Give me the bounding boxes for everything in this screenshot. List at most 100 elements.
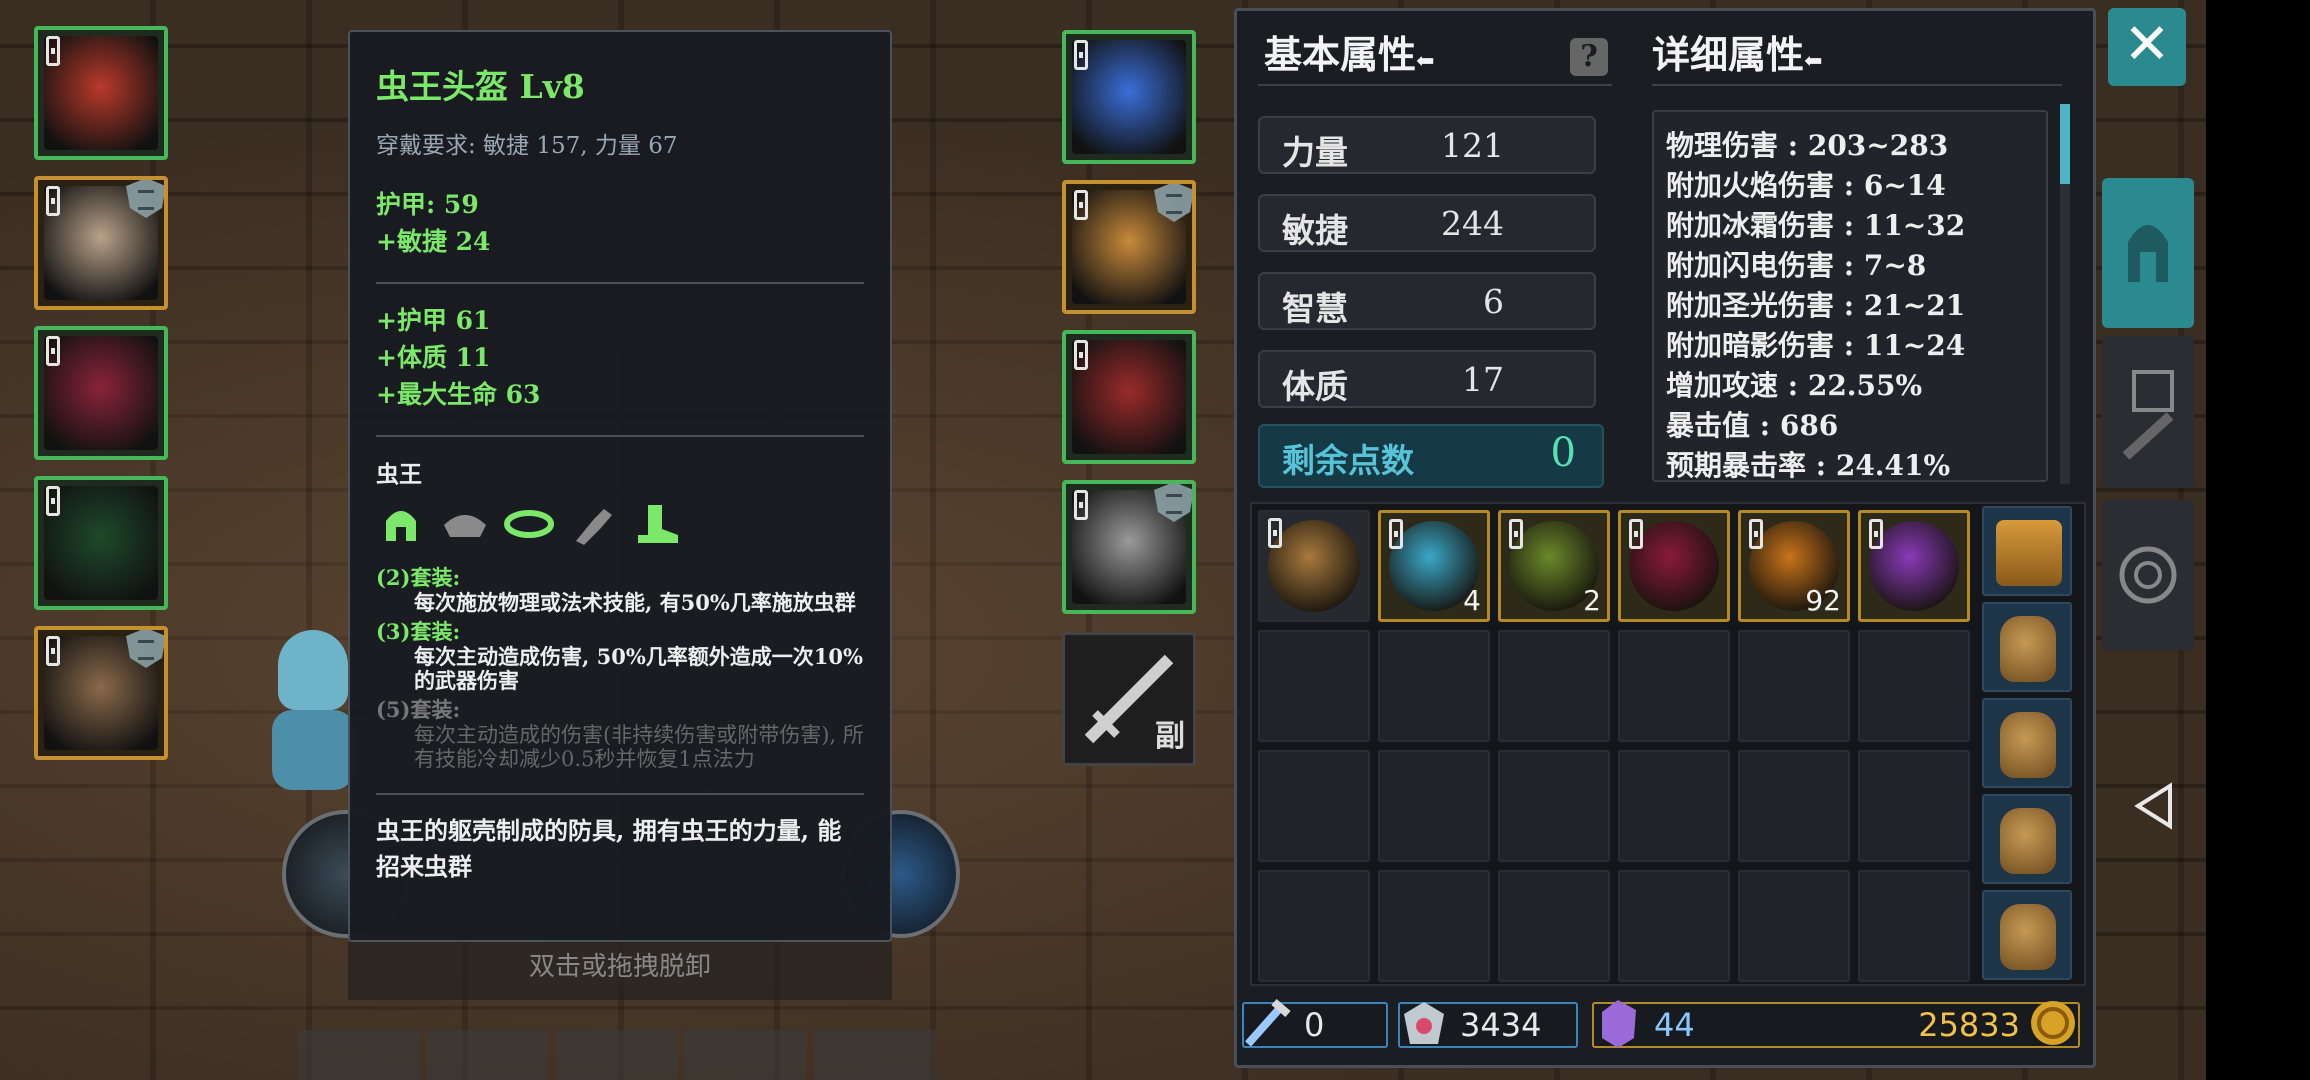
tools-counter: 0 bbox=[1242, 998, 1388, 1048]
lock-icon bbox=[46, 186, 60, 216]
system-nav-bar bbox=[2206, 0, 2310, 1080]
tab-crafting[interactable] bbox=[2102, 336, 2194, 488]
inventory-slot-empty[interactable] bbox=[1858, 750, 1970, 862]
set-bonus-desc: 每次主动造成伤害, 50%几率额外造成一次10%的武器伤害 bbox=[414, 644, 863, 693]
inventory-slot-purple-potion[interactable] bbox=[1858, 510, 1970, 622]
bag-slot[interactable] bbox=[1982, 698, 2072, 788]
set-name: 虫王 bbox=[376, 461, 422, 488]
inventory-slot-empty[interactable] bbox=[1378, 870, 1490, 982]
item-base-stat: 护甲: 59 bbox=[376, 190, 479, 219]
inventory-slot-empty[interactable] bbox=[1858, 870, 1970, 982]
detail-attr-row: 附加闪电伤害 : 7~8 bbox=[1666, 249, 1927, 282]
close-button[interactable]: ✕ bbox=[2108, 8, 2186, 86]
detail-attr-row: 附加暗影伤害 : 11~24 bbox=[1666, 329, 1966, 362]
stat-agility: 敏捷 244 bbox=[1258, 194, 1596, 252]
lock-icon bbox=[1074, 340, 1088, 370]
weapon-slot[interactable]: 副 bbox=[1062, 632, 1196, 766]
equipment-slot-red-robe[interactable] bbox=[34, 326, 168, 460]
stat-value: 6 bbox=[1483, 282, 1504, 321]
tab-equipment[interactable] bbox=[2102, 178, 2194, 328]
inventory-slot-spiral-orb[interactable]: 92 bbox=[1738, 510, 1850, 622]
detail-attr-row: 附加圣光伤害 : 21~21 bbox=[1666, 289, 1966, 322]
inventory-slot-empty[interactable] bbox=[1258, 630, 1370, 742]
bag-icon bbox=[2000, 904, 2056, 970]
chest-bag-slot[interactable] bbox=[1982, 506, 2072, 596]
boot-icon bbox=[638, 505, 678, 543]
equipment-slot-red-boots[interactable] bbox=[1062, 330, 1196, 464]
equipment-slot-red-helmet[interactable] bbox=[34, 26, 168, 160]
equipment-slot-claw[interactable] bbox=[34, 626, 168, 760]
tab-target[interactable] bbox=[2102, 500, 2194, 650]
help-icon[interactable]: ? bbox=[1570, 38, 1608, 76]
bag-slot[interactable] bbox=[1982, 602, 2072, 692]
detail-attrs-list[interactable]: 物理伤害 : 203~283 附加火焰伤害 : 6~14 附加冰霜伤害 : 11~3… bbox=[1652, 110, 2048, 482]
equipment-slot-green-ring[interactable] bbox=[34, 476, 168, 610]
stat-constitution: 体质 17 bbox=[1258, 350, 1596, 408]
lock-icon bbox=[1869, 519, 1883, 549]
lock-icon bbox=[1268, 518, 1282, 548]
inventory-slot-empty[interactable] bbox=[1618, 630, 1730, 742]
inventory-slot-empty[interactable] bbox=[1498, 750, 1610, 862]
inventory-slot-backpack[interactable] bbox=[1258, 510, 1370, 622]
bag-slot[interactable] bbox=[1982, 890, 2072, 980]
basic-attrs-header[interactable]: 基本属性⬅ bbox=[1264, 24, 1434, 79]
bottom-tab[interactable] bbox=[684, 1030, 806, 1080]
set-bonus-header: (3)套装: bbox=[376, 619, 461, 644]
detail-attr-row: 附加火焰伤害 : 6~14 bbox=[1666, 169, 1946, 202]
divider bbox=[376, 282, 864, 284]
detail-attrs-header[interactable]: 详细属性⬅ bbox=[1652, 24, 1822, 79]
inventory-slot-green-scroll[interactable]: 2 bbox=[1498, 510, 1610, 622]
set-bonus-desc: 每次主动造成的伤害(非持续伤害或附带伤害), 所有技能冷却减少0.5秒并恢复1点… bbox=[414, 723, 864, 771]
stat-label: 智慧 bbox=[1282, 289, 1348, 328]
inventory-slot-empty[interactable] bbox=[1738, 870, 1850, 982]
inventory-slot-empty[interactable] bbox=[1258, 870, 1370, 982]
detail-scrollbar[interactable] bbox=[2060, 104, 2070, 484]
stat-label: 力量 bbox=[1282, 133, 1348, 172]
inventory-slot-empty[interactable] bbox=[1858, 630, 1970, 742]
divider bbox=[1652, 84, 2062, 86]
bottom-tab[interactable] bbox=[298, 1030, 420, 1080]
inventory-slot-empty[interactable] bbox=[1258, 750, 1370, 862]
inventory-slot-empty[interactable] bbox=[1378, 750, 1490, 862]
inventory-slot-empty[interactable] bbox=[1618, 870, 1730, 982]
remaining-label: 剩余点数 bbox=[1282, 441, 1414, 480]
inventory-slot-empty[interactable] bbox=[1498, 630, 1610, 742]
red-helmet-icon bbox=[44, 36, 158, 150]
equipment-slot-blue-crystal[interactable] bbox=[1062, 30, 1196, 164]
inventory-slot-empty[interactable] bbox=[1738, 750, 1850, 862]
bottom-tab[interactable] bbox=[426, 1030, 548, 1080]
bag-icon bbox=[2000, 616, 2056, 682]
scroll-thumb[interactable] bbox=[2060, 104, 2070, 184]
inventory-slot-red-orb[interactable] bbox=[1618, 510, 1730, 622]
inventory-slot-empty[interactable] bbox=[1618, 750, 1730, 862]
lock-icon bbox=[1389, 519, 1403, 549]
crystals-value: 44 bbox=[1654, 1006, 1695, 1044]
gem-icon bbox=[1404, 1002, 1444, 1044]
bag-slot[interactable] bbox=[1982, 794, 2072, 884]
tools-value: 0 bbox=[1304, 1006, 1325, 1044]
inventory-slot-empty[interactable] bbox=[1498, 870, 1610, 982]
inventory-slot-blue-scroll[interactable]: 4 bbox=[1378, 510, 1490, 622]
equipment-slot-gauntlet[interactable] bbox=[1062, 180, 1196, 314]
equipment-slot-silver-ring[interactable] bbox=[1062, 480, 1196, 614]
equipment-slot-armor[interactable] bbox=[34, 176, 168, 310]
stat-label: 体质 bbox=[1282, 367, 1348, 406]
gems-value: 3434 bbox=[1460, 1006, 1542, 1044]
bag-icon bbox=[2000, 808, 2056, 874]
item-count: 2 bbox=[1583, 584, 1601, 617]
divider bbox=[1258, 84, 1612, 86]
stat-label: 敏捷 bbox=[1282, 211, 1348, 250]
lock-icon bbox=[1509, 519, 1523, 549]
bottom-tab[interactable] bbox=[556, 1030, 678, 1080]
inventory-slot-empty[interactable] bbox=[1738, 630, 1850, 742]
inventory-slot-empty[interactable] bbox=[1378, 630, 1490, 742]
chest-icon bbox=[1996, 520, 2062, 586]
set-icons bbox=[376, 501, 864, 547]
hero-character bbox=[268, 620, 358, 800]
back-icon[interactable] bbox=[2126, 778, 2182, 834]
weapon-slot-label: 副 bbox=[1155, 719, 1185, 754]
item-title: 虫王头盔 Lv8 bbox=[376, 67, 585, 106]
lock-icon bbox=[46, 36, 60, 66]
bottom-tab[interactable] bbox=[814, 1030, 936, 1080]
stat-strength: 力量 121 bbox=[1258, 116, 1596, 174]
